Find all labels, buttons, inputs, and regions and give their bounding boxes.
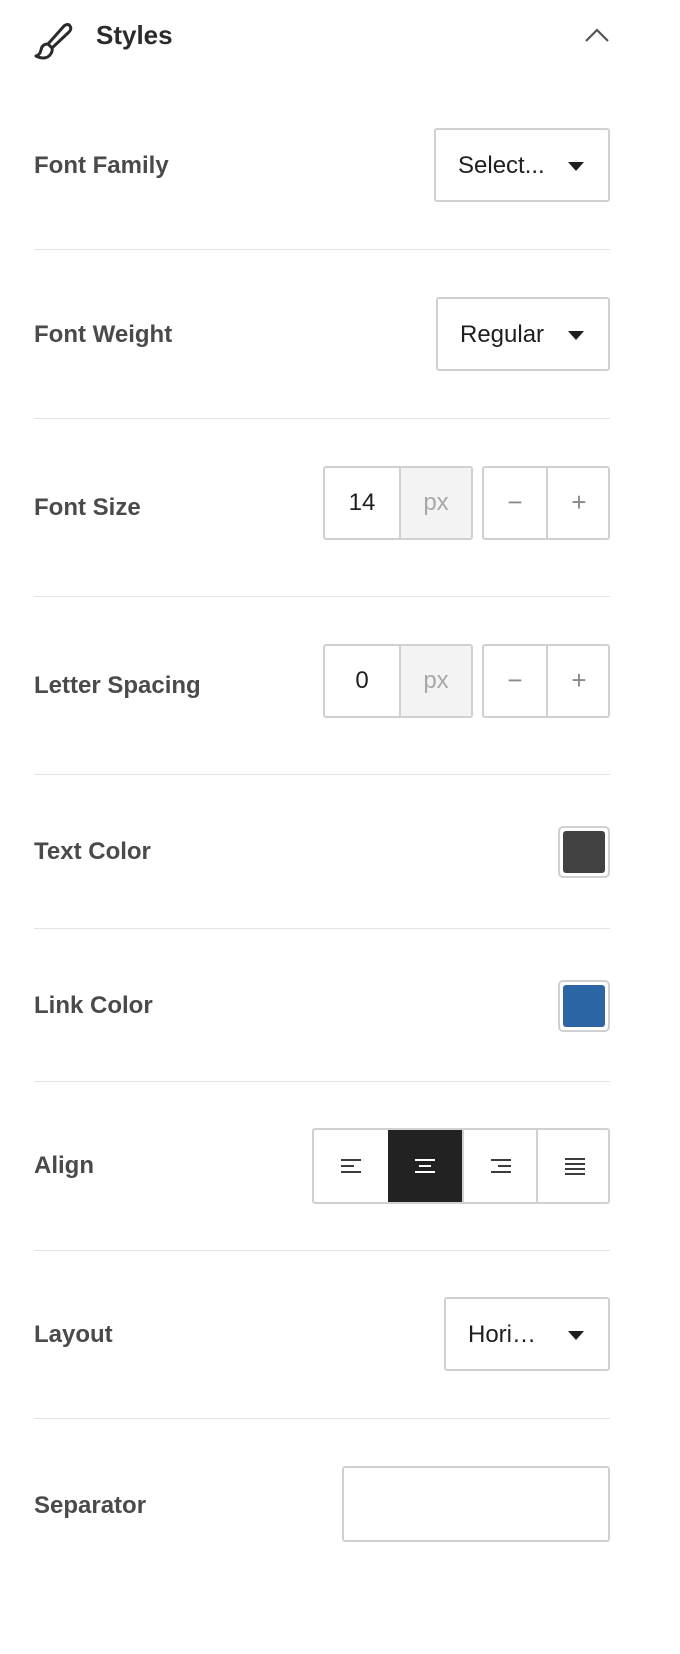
- font-size-input[interactable]: 14: [325, 468, 401, 538]
- link-color-picker[interactable]: [558, 980, 610, 1032]
- font-weight-select[interactable]: Regular: [436, 297, 610, 371]
- separator-label: Separator: [34, 1492, 147, 1519]
- font-family-label: Font Family: [34, 152, 169, 179]
- text-color-row: Text Color: [34, 826, 610, 878]
- align-left-button[interactable]: [314, 1130, 388, 1202]
- caret-down-icon: [568, 162, 584, 171]
- font-family-select[interactable]: Select...: [434, 128, 610, 202]
- text-color-picker[interactable]: [558, 826, 610, 878]
- align-row: Align: [34, 1128, 610, 1204]
- divider: [34, 418, 610, 419]
- link-color-swatch: [563, 985, 605, 1027]
- align-right-icon: [491, 1159, 511, 1173]
- align-label: Align: [34, 1152, 94, 1179]
- font-size-row: Font Size 14 px − +: [34, 466, 610, 542]
- font-size-unit[interactable]: px: [401, 468, 471, 538]
- letter-spacing-stepper: − +: [482, 644, 610, 718]
- text-color-swatch: [563, 831, 605, 873]
- styles-panel-header[interactable]: Styles: [34, 14, 610, 62]
- divider: [34, 249, 610, 250]
- decrement-button[interactable]: −: [484, 468, 548, 538]
- letter-spacing-row: Letter Spacing 0 px − +: [34, 644, 610, 720]
- font-size-label: Font Size: [34, 494, 141, 521]
- increment-button[interactable]: +: [548, 646, 610, 716]
- chevron-up-icon[interactable]: [584, 24, 610, 46]
- link-color-row: Link Color: [34, 980, 610, 1032]
- font-family-value: Select...: [458, 152, 545, 179]
- caret-down-icon: [568, 1331, 584, 1340]
- font-size-stepper: − +: [482, 466, 610, 540]
- link-color-label: Link Color: [34, 992, 153, 1019]
- align-button-group: [312, 1128, 610, 1204]
- font-family-row: Font Family Select...: [34, 128, 610, 204]
- layout-select[interactable]: Hori…: [444, 1297, 610, 1371]
- divider: [34, 928, 610, 929]
- layout-row: Layout Hori…: [34, 1297, 610, 1373]
- font-weight-value: Regular: [460, 321, 545, 348]
- panel-title: Styles: [96, 20, 173, 50]
- letter-spacing-label: Letter Spacing: [34, 672, 201, 699]
- letter-spacing-input[interactable]: 0: [325, 646, 401, 716]
- layout-label: Layout: [34, 1321, 113, 1348]
- align-right-button[interactable]: [462, 1130, 536, 1202]
- increment-button[interactable]: +: [548, 468, 610, 538]
- font-weight-label: Font Weight: [34, 321, 173, 348]
- text-color-label: Text Color: [34, 838, 151, 865]
- align-left-icon: [341, 1159, 361, 1173]
- letter-spacing-unit[interactable]: px: [401, 646, 471, 716]
- separator-input[interactable]: [342, 1466, 610, 1542]
- separator-row: Separator: [34, 1466, 610, 1542]
- divider: [34, 1081, 610, 1082]
- font-weight-row: Font Weight Regular: [34, 297, 610, 373]
- divider: [34, 774, 610, 775]
- paintbrush-icon: [34, 23, 73, 60]
- divider: [34, 1250, 610, 1251]
- decrement-button[interactable]: −: [484, 646, 548, 716]
- caret-down-icon: [568, 331, 584, 340]
- align-center-icon: [415, 1159, 435, 1173]
- divider: [34, 1418, 610, 1419]
- font-size-input-group: 14 px: [323, 466, 473, 540]
- letter-spacing-input-group: 0 px: [323, 644, 473, 718]
- layout-value: Hori…: [468, 1321, 537, 1348]
- align-justify-icon: [565, 1158, 585, 1175]
- align-justify-button[interactable]: [536, 1130, 610, 1202]
- divider: [34, 596, 610, 597]
- align-center-button[interactable]: [388, 1130, 462, 1202]
